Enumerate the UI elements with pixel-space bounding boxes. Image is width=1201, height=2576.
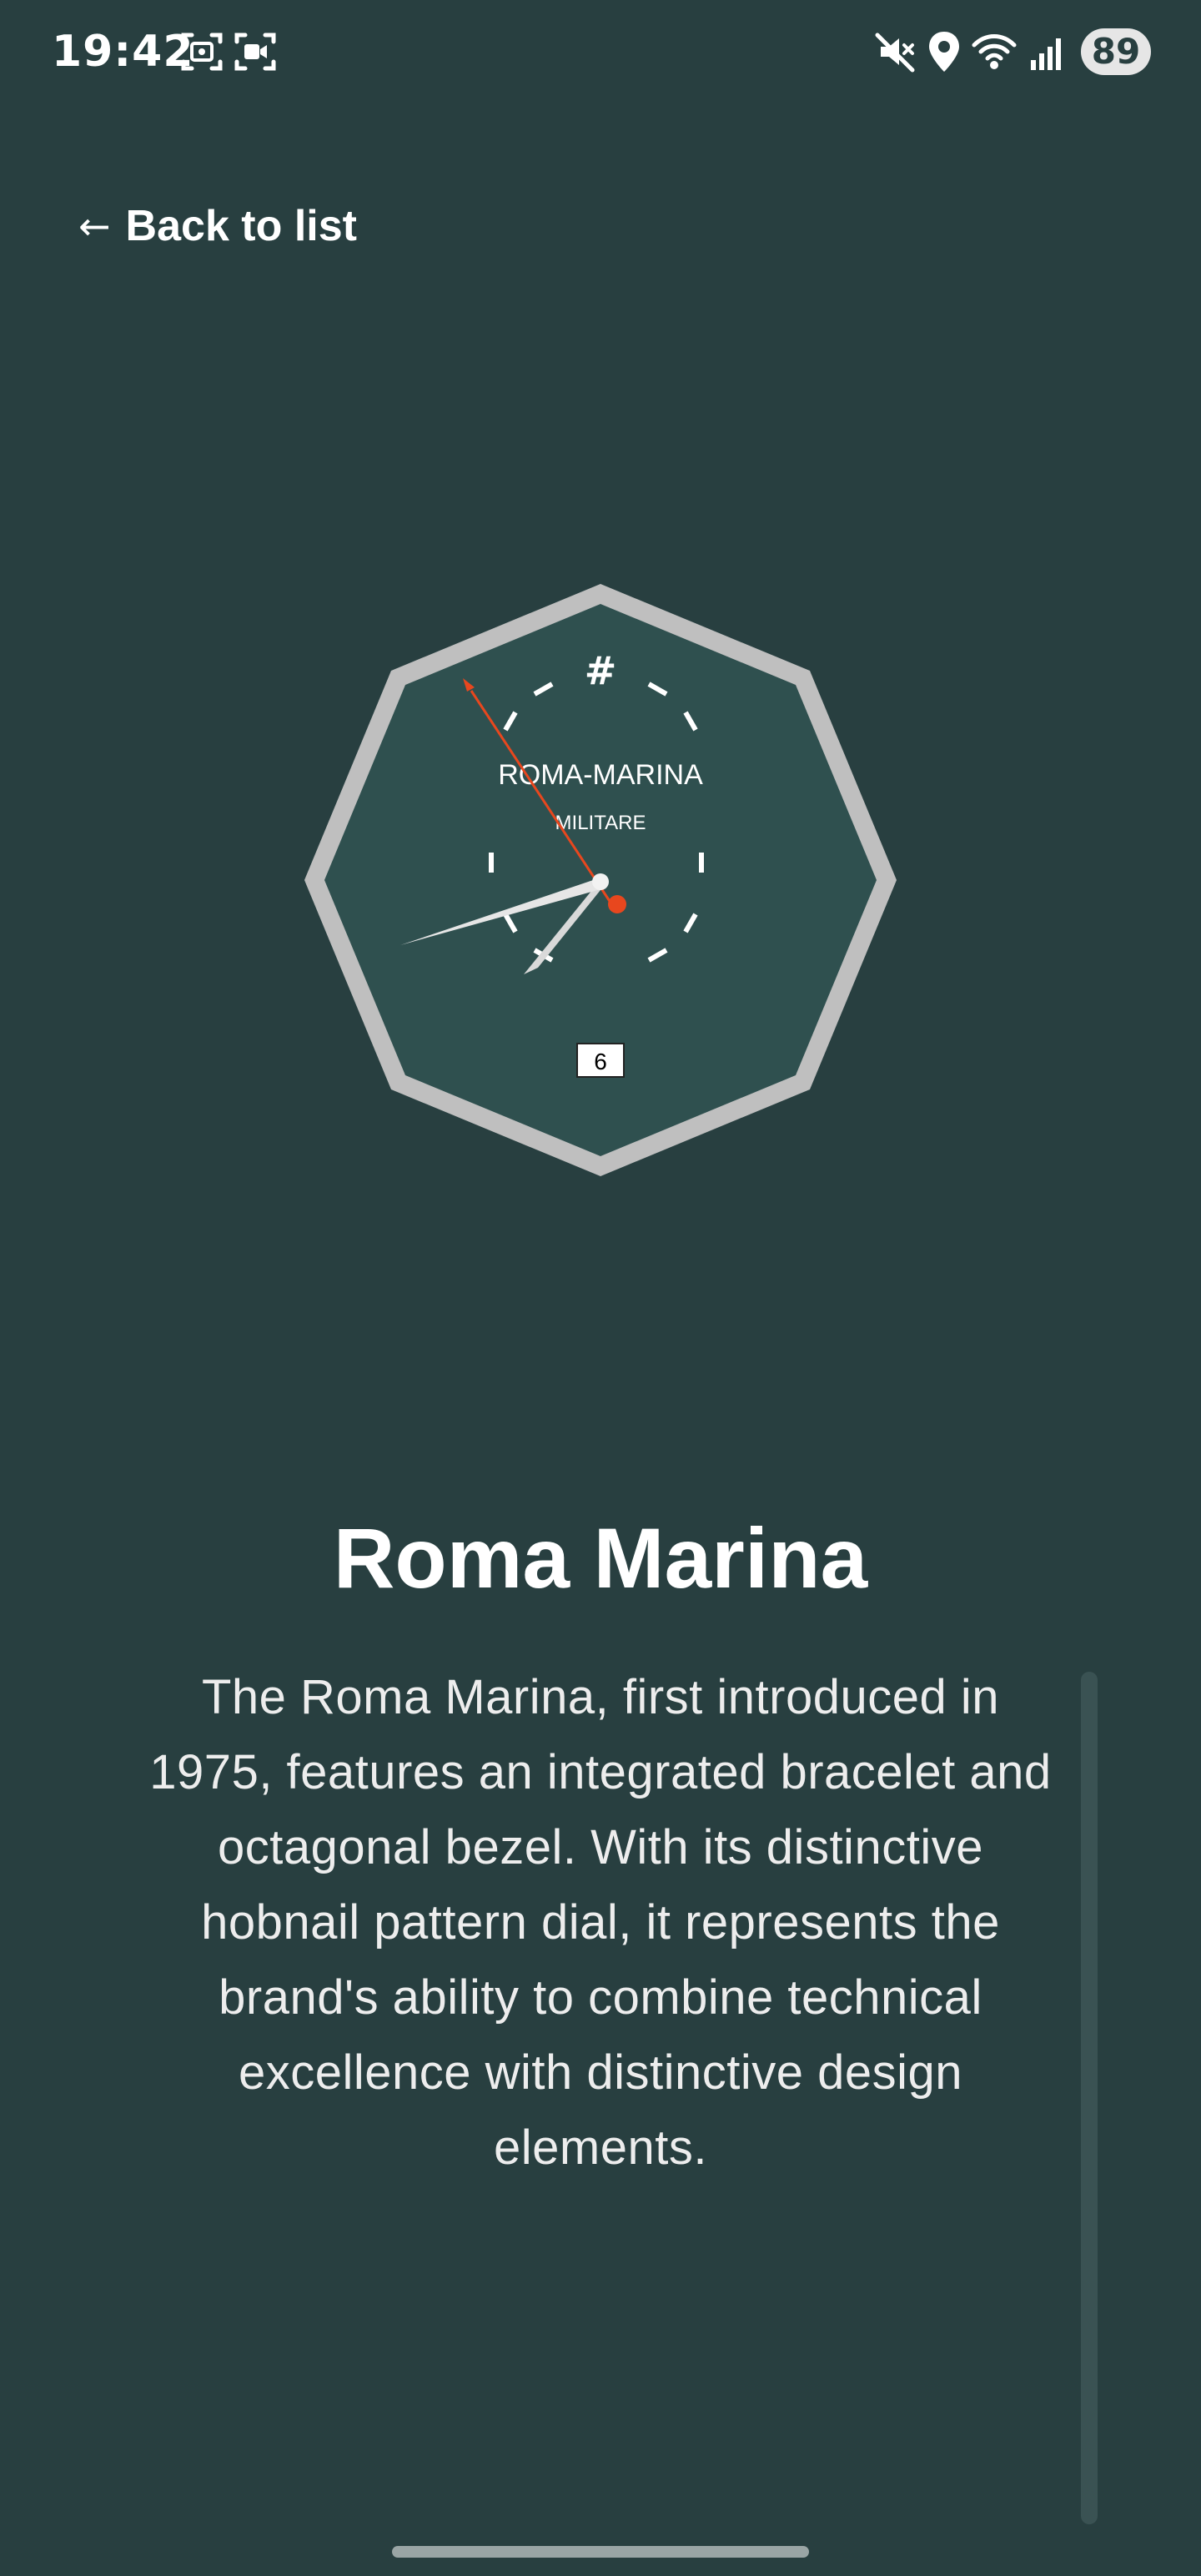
date-value: 6 — [594, 1049, 607, 1074]
wifi-icon — [972, 34, 1017, 69]
screenshot-icon — [181, 33, 223, 71]
dial-subtitle-text: MILITARE — [555, 812, 646, 834]
signal-icon — [1031, 38, 1061, 70]
location-icon — [929, 32, 959, 72]
app-screen: 19:42 89 ← Back to list # ROMA-MARINA MI… — [0, 0, 1201, 2576]
status-bar: 19:42 89 — [0, 0, 1201, 103]
description-scroll-area[interactable]: The Roma Marina, first introduced in 197… — [142, 1660, 1059, 2227]
back-arrow-icon: ← — [78, 204, 111, 249]
dial-brand-text: ROMA-MARINA — [498, 759, 703, 791]
screen-record-icon — [234, 33, 276, 71]
status-time: 19:42 — [52, 27, 194, 77]
back-to-list-label: Back to list — [125, 202, 357, 250]
back-to-list-button[interactable]: ← Back to list — [78, 195, 357, 257]
watch-face-illustration: # ROMA-MARINA MILITARE 6 — [304, 584, 897, 1176]
date-window: 6 — [576, 1043, 625, 1078]
center-cap — [592, 873, 609, 890]
mute-icon — [875, 33, 915, 73]
scrollbar-track[interactable] — [1081, 1672, 1098, 2524]
watch-description: The Roma Marina, first introduced in 197… — [149, 1670, 1052, 2175]
home-gesture-bar[interactable] — [392, 2546, 809, 2558]
battery-icon: 89 — [1081, 28, 1151, 75]
seconds-hand-counterweight — [608, 895, 626, 913]
twelve-o-clock-marker: # — [585, 648, 617, 693]
watch-title: Roma Marina — [333, 1511, 868, 1606]
